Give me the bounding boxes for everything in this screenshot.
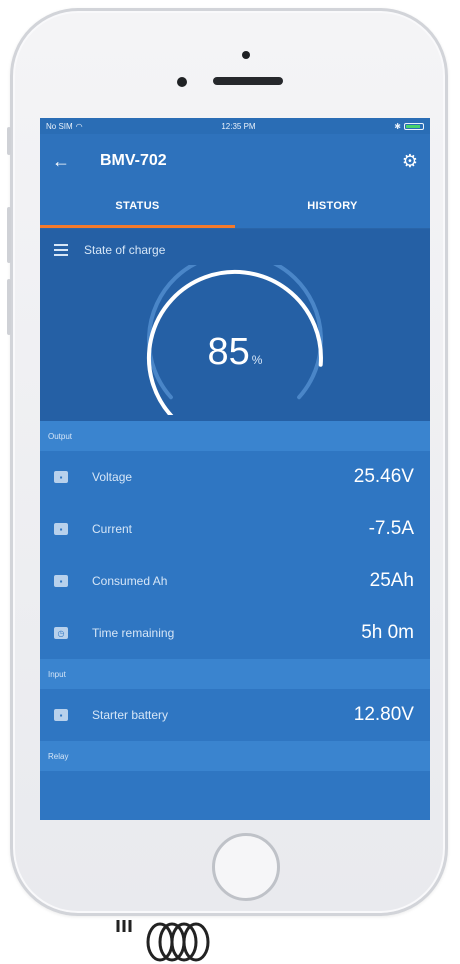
row-starter-battery[interactable]: ▪ Starter battery 12.80V	[40, 689, 430, 741]
status-bar: No SIM ◠ 12:35 PM ✱	[40, 118, 430, 134]
wifi-icon: ◠	[75, 121, 83, 131]
row-value: -7.5A	[368, 518, 414, 539]
section-input: Input	[40, 659, 430, 689]
cable-coil-icon	[116, 920, 210, 962]
clock-text: 12:35 PM	[221, 121, 256, 131]
soc-value: 85	[207, 331, 250, 373]
row-value: 12.80V	[353, 704, 414, 725]
row-label: Starter battery	[92, 708, 169, 722]
row-label: Voltage	[92, 470, 133, 484]
list-icon	[54, 244, 68, 256]
earpiece-speaker	[213, 77, 283, 85]
section-relay: Relay	[40, 741, 430, 771]
row-value: 25.46V	[353, 466, 414, 487]
volume-down-button	[7, 279, 11, 335]
row-time-remaining[interactable]: ◷ Time remaining 5h 0m	[40, 607, 430, 659]
row-label: Time remaining	[92, 626, 175, 640]
arrow-left-icon[interactable]: ←	[52, 151, 92, 172]
app-bar: ← BMV-702 ⚙	[40, 134, 430, 188]
row-label: Current	[92, 522, 133, 536]
row-consumed-ah[interactable]: ▪ Consumed Ah 25Ah	[40, 555, 430, 607]
app-screen: No SIM ◠ 12:35 PM ✱ ← BMV-702 ⚙ STATUS H…	[40, 118, 430, 820]
clock-icon: ◷	[54, 627, 68, 639]
row-current[interactable]: ▪ Current -7.5A	[40, 503, 430, 555]
carrier-text: No SIM	[46, 121, 73, 131]
bluetooth-icon: ✱	[394, 121, 401, 131]
home-button[interactable]	[212, 833, 280, 901]
side-button	[7, 127, 11, 155]
volume-up-button	[7, 207, 11, 263]
gear-icon[interactable]: ⚙	[402, 151, 418, 172]
tab-history[interactable]: HISTORY	[235, 188, 430, 228]
row-label: Consumed Ah	[92, 574, 168, 588]
row-voltage[interactable]: ▪ Voltage 25.46V	[40, 451, 430, 503]
soc-gauge: 85%	[140, 251, 330, 421]
soc-label: State of charge	[84, 243, 166, 257]
row-value: 25Ah	[369, 570, 414, 591]
voltage-icon: ▪	[54, 471, 68, 483]
current-icon: ▪	[54, 523, 68, 535]
consumed-icon: ▪	[54, 575, 68, 587]
battery-icon	[403, 122, 424, 130]
state-of-charge-panel: State of charge 85%	[40, 229, 430, 421]
page-title: BMV-702	[100, 152, 167, 169]
soc-unit: %	[251, 353, 263, 367]
battery-small-icon: ▪	[54, 709, 68, 721]
row-value: 5h 0m	[361, 622, 414, 643]
front-camera	[177, 77, 187, 87]
section-output: Output	[40, 421, 430, 451]
tab-status[interactable]: STATUS	[40, 188, 235, 228]
proximity-sensor	[242, 51, 250, 59]
tab-bar: STATUS HISTORY	[40, 188, 430, 229]
